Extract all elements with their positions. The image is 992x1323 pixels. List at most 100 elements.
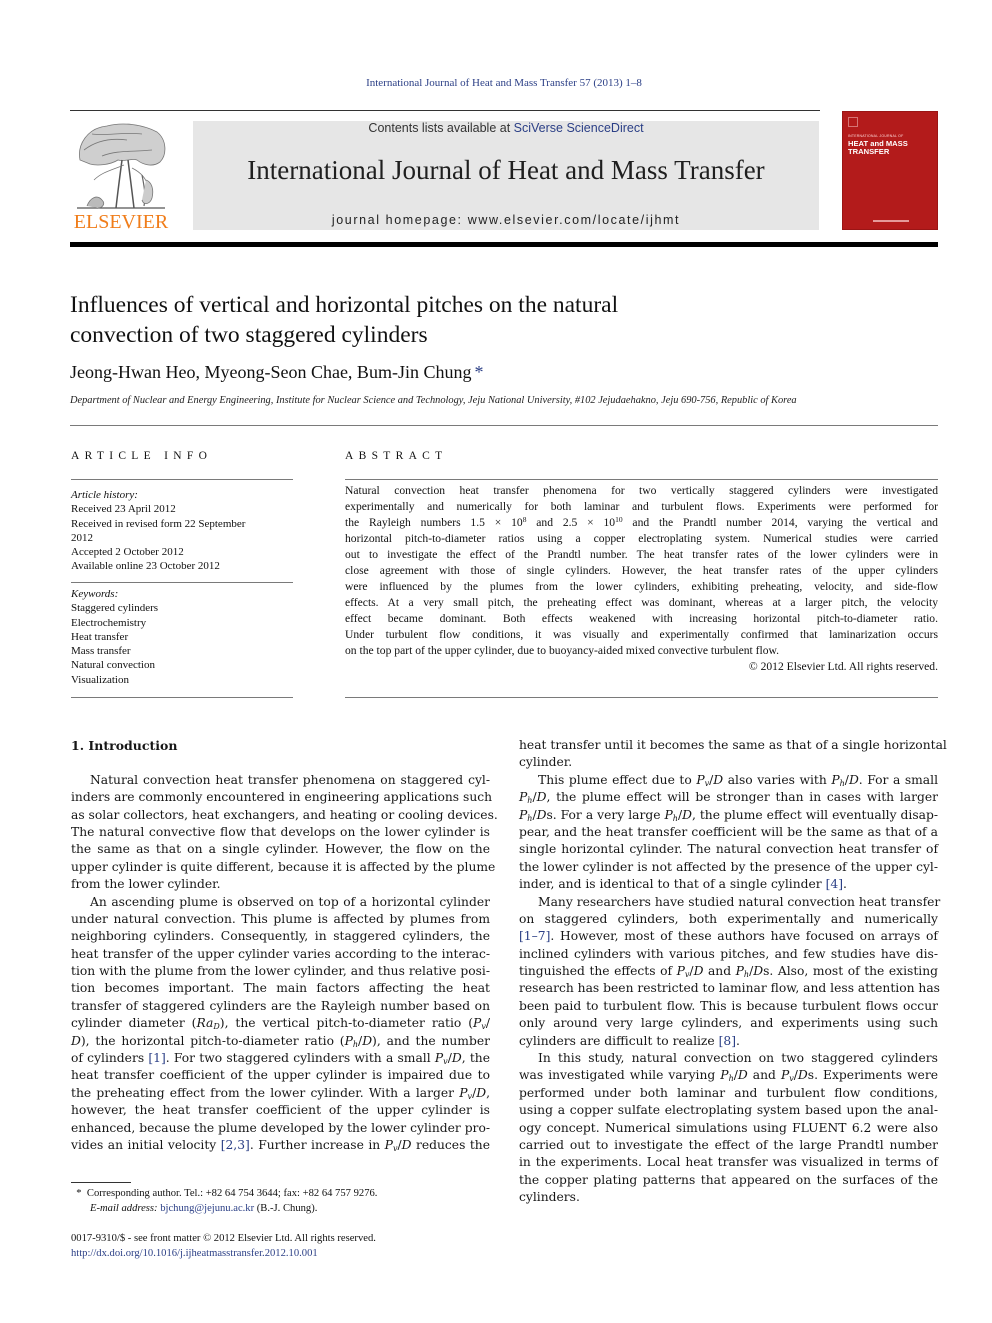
text-line: enhanced, because the plume developed by… (71, 1120, 490, 1135)
text-line: Ph/Ds. For a very large Ph/D, the plume … (519, 807, 939, 823)
divider (71, 697, 293, 698)
abstract-body: Natural convection heat transfer phenome… (345, 483, 938, 675)
text-line: In this study, natural convection on two… (538, 1051, 938, 1066)
footnote-rule (71, 1182, 131, 1183)
text-line: heat transfer of the upper cylinder vari… (71, 946, 490, 961)
history-label: Article history: (71, 489, 138, 501)
history-item: Available online 23 October 2012 (71, 560, 220, 573)
text-line: cylinder diameter (RaD), the vertical pi… (71, 1016, 490, 1032)
journal-banner: Contents lists available at SciVerse Sci… (193, 121, 819, 230)
author-list: Jeong-Hwan Heo, Myeong-Seon Chae, Bum-Ji… (70, 362, 483, 383)
history-item: Received in revised form 22 September (71, 517, 246, 530)
text-line: cylinder. (519, 755, 573, 770)
abstract-line: the Rayleigh numbers 1.5 × 108 and 2.5 ×… (345, 515, 938, 529)
history-item: 2012 (71, 531, 93, 544)
text-line: cylinders are difficult to realize [8]. (519, 1033, 740, 1048)
text-line: upper cylinder is quite different, becau… (71, 859, 496, 874)
text-line: single horizontal cylinder. The natural … (519, 842, 938, 857)
text-line: neighboring cylinders. Consequently, in … (71, 929, 490, 944)
authors: Jeong-Hwan Heo, Myeong-Seon Chae, Bum-Ji… (70, 362, 472, 382)
doi-link[interactable]: http://dx.doi.org/10.1016/j.ijheatmasstr… (71, 1247, 501, 1262)
text-line: the lower cylinder is not affected by th… (519, 859, 938, 874)
keywords: Keywords: Staggered cylinders Electroche… (71, 587, 293, 687)
text-line: An ascending plume is observed on top of… (90, 894, 490, 909)
elsevier-tree-icon (77, 123, 166, 209)
contents-line: Contents lists available at SciVerse Sci… (193, 121, 819, 135)
article-title: Influences of vertical and horizontal pi… (70, 292, 619, 348)
keyword: Heat transfer (71, 630, 129, 643)
divider (345, 697, 938, 698)
cover-footer (873, 220, 909, 222)
text-line: pear, and the heat transfer coefficient … (519, 824, 938, 839)
abstract-line: were influenced by the plumes from the l… (345, 580, 938, 593)
text-line: in the experiments. Local heat transfer … (519, 1155, 938, 1170)
keyword: Electrochemistry (71, 616, 147, 629)
keyword: Natural convection (71, 659, 155, 672)
sciencedirect-link[interactable]: SciVerse ScienceDirect (514, 121, 644, 135)
section-heading: 1. Introduction (71, 738, 178, 753)
journal-homepage[interactable]: journal homepage: www.elsevier.com/locat… (193, 213, 819, 227)
divider (70, 425, 938, 426)
keyword: Mass transfer (71, 645, 131, 658)
text-line: This plume effect due to Pv/D also varie… (538, 772, 938, 788)
text-line: D), the horizontal pitch-to-diameter rat… (71, 1033, 490, 1049)
text-line: inder, and is identical to that of a sin… (519, 877, 847, 892)
citation-link[interactable]: [2,3] (221, 1138, 250, 1152)
text-line: however, the heat transfer coefficient o… (71, 1103, 490, 1118)
text-line: Ph/D, the plume effect will be stronger … (519, 790, 938, 806)
citation-link[interactable]: [1] (148, 1051, 165, 1065)
text-line: tion becomes important. The main factors… (71, 981, 490, 996)
abstract-line: horizontal pitch-to-diameter ratios usin… (345, 532, 938, 545)
text-line: from the lower cylinder. (71, 877, 221, 892)
header-rule (70, 110, 820, 111)
citation-link[interactable]: [1–7] (519, 929, 550, 943)
email-note: E-mail address: bjchung@jejunu.ac.kr (B.… (90, 1203, 318, 1214)
cover-logo-icon (848, 117, 858, 127)
corresponding-author-note: * Corresponding author. Tel.: +82 64 754… (76, 1188, 378, 1199)
abstract-heading: ABSTRACT (345, 450, 448, 462)
text-line: was investigated while varying Ph/D and … (519, 1068, 938, 1084)
elsevier-wordmark: ELSEVIER (73, 211, 169, 233)
text-line: been paid to turbulent flow. This is bec… (519, 998, 938, 1013)
text-line: on staggered cylinders, both experimenta… (519, 911, 938, 926)
corresponding-author-link[interactable]: * (474, 362, 483, 382)
text-line: as solar collectors, heat exchangers, an… (71, 807, 498, 822)
divider (71, 479, 293, 480)
email-link[interactable]: bjchung@jejunu.ac.kr (160, 1203, 254, 1214)
text-line: heat transfer coefficient of the upper c… (71, 1068, 490, 1083)
text-line: only around very large cylinders, and ex… (519, 1016, 938, 1031)
elsevier-logo[interactable]: ELSEVIER (70, 120, 172, 233)
citation-link[interactable]: [4] (826, 877, 843, 891)
citation-link[interactable]: [8] (719, 1034, 736, 1048)
running-head: International Journal of Heat and Mass T… (366, 77, 642, 89)
header-thick-rule (70, 242, 938, 247)
text-line: research has been restricted to laminar … (519, 981, 940, 996)
text-line: vides an initial velocity [2,3]. Further… (71, 1138, 491, 1153)
text-line: tinguished the effects of Pv/D and Ph/Ds… (519, 964, 938, 980)
abstract-line: experimentally and numerically for both … (345, 500, 938, 513)
text-line: transfer of staggered cylinders are the … (71, 998, 490, 1013)
text-line: the same as that on a single cylinder. H… (71, 842, 490, 857)
contents-prefix: Contents lists available at (368, 121, 514, 135)
text-line: inders are commonly encountered in engin… (71, 790, 493, 805)
text-line: carried out to investigate the effect of… (519, 1137, 938, 1152)
text-line: performed under both laminar and turbule… (519, 1085, 938, 1100)
body-column-right: heat transfer until it becomes the same … (519, 737, 947, 1207)
affiliation: Department of Nuclear and Energy Enginee… (70, 395, 797, 406)
article-info-heading: ARTICLE INFO (71, 450, 213, 462)
text-line: under natural convection. This plume is … (71, 911, 490, 926)
abstract-copyright: © 2012 Elsevier Ltd. All rights reserved… (748, 660, 938, 673)
abstract-line: Under turbulent flow conditions, it was … (345, 628, 938, 641)
text-line: the copper plating patterns that appeare… (519, 1172, 938, 1187)
history-item: Accepted 2 October 2012 (71, 546, 184, 559)
abstract-line: effects. At a very small pitch, the preh… (345, 596, 938, 609)
text-line: tion with the plume from the lower cylin… (71, 964, 490, 979)
text-line: using a copper sulfate electroplating sy… (519, 1103, 938, 1118)
text-line: The natural convective flow that develop… (71, 824, 490, 839)
history-item: Received 23 April 2012 (71, 503, 176, 516)
issn-line: 0017-9310/$ - see front matter © 2012 El… (71, 1233, 376, 1244)
keyword: Staggered cylinders (71, 602, 159, 615)
cover-title: HEAT and MASS TRANSFER (848, 139, 908, 156)
keywords-label: Keywords: (71, 588, 119, 600)
journal-cover[interactable]: INTERNATIONAL JOURNAL OF HEAT and MASS TR… (842, 111, 938, 230)
